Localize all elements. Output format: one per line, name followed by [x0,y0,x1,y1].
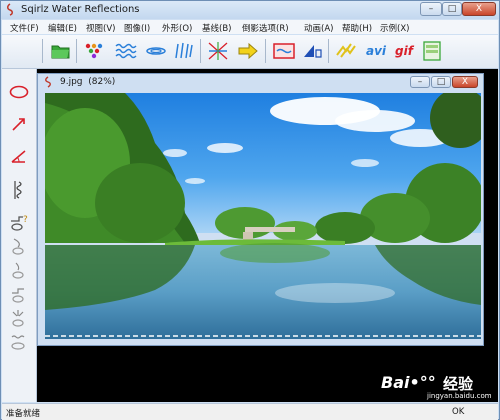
toolbar: avi gif [2,35,498,69]
wave-line-tool-icon[interactable] [8,179,30,201]
help-shape-tool-icon[interactable]: ? [8,211,30,233]
image-minimize-button[interactable]: – [410,76,430,88]
watermark-cn: 经验 [443,375,474,393]
menu-shape[interactable]: 外形(O) [162,22,192,34]
image-window-title: 9.jpg (82%) [60,77,116,87]
ellipse-tool-icon[interactable] [8,81,30,103]
splash-tool-icon[interactable] [8,307,30,329]
menu-bar: 文件(F) 编辑(E) 视图(V) 图像(I) 外形(O) 基线(B) 倒影选项… [2,20,498,34]
triangle-icon[interactable] [300,39,324,63]
baidu-watermark: Bai•°° 经验 jingyan.baidu.com [381,367,496,400]
waves-icon[interactable] [114,39,138,63]
image-frame-icon[interactable] [272,39,296,63]
menu-examples[interactable]: 示例(X) [380,22,409,34]
image-window-titlebar: 9.jpg (82%) – □ X [38,74,483,90]
ripple-tool-icon[interactable] [8,331,30,353]
status-ok: OK [452,407,465,417]
menu-edit[interactable]: 编辑(E) [48,22,77,34]
toolbar-separator [200,39,201,63]
menu-image[interactable]: 图像(I) [124,22,150,34]
gif-export-button[interactable]: gif [390,39,418,63]
angle-tool-icon[interactable] [8,145,30,167]
status-text: 准备就绪 [6,409,41,419]
open-folder-icon[interactable] [49,39,73,63]
ripple-icon[interactable] [144,39,168,63]
file-icon [45,76,51,88]
close-button[interactable]: X [462,2,496,16]
arrow-right-icon[interactable] [236,39,260,63]
drop-tool-icon[interactable] [8,259,30,281]
app-icon [7,3,13,16]
left-tool-palette: ? [2,69,37,402]
svg-text:?: ? [23,215,28,225]
avi-export-button[interactable]: avi [362,39,390,63]
avi-label: avi [365,44,387,58]
toolbar-separator [265,39,266,63]
image-maximize-button[interactable]: □ [431,76,451,88]
toolbar-separator [42,39,43,63]
curve-tool-icon[interactable] [8,235,30,257]
menu-animation[interactable]: 动画(A) [304,22,333,34]
watermark-url: jingyan.baidu.com [427,392,492,400]
zoom-level: (82%) [88,77,116,87]
lightning-icon[interactable] [334,39,358,63]
watermark-brand: Bai•°° [381,373,436,392]
maximize-button[interactable]: □ [442,2,462,16]
arrow-tool-icon[interactable] [8,113,30,135]
lake-photo-drawing [45,93,481,339]
menu-reflection-options[interactable]: 倒影选项(R) [242,22,289,34]
reflection-lines-icon[interactable] [206,39,230,63]
minimize-button[interactable]: – [420,2,442,16]
title-bar: Sqirlz Water Reflections – □ X [1,1,499,19]
menu-view[interactable]: 视图(V) [86,22,115,34]
image-close-button[interactable]: X [452,76,478,88]
menu-file[interactable]: 文件(F) [10,22,39,34]
color-dots-icon[interactable] [82,39,106,63]
menu-help[interactable]: 帮助(H) [342,22,372,34]
menu-baseline[interactable]: 基线(B) [202,22,231,34]
panel-icon[interactable] [420,39,444,63]
toolbar-separator [76,39,77,63]
lake-photo[interactable] [45,93,481,339]
window-title: Sqirlz Water Reflections [21,4,140,15]
status-bar: 准备就绪 OK [2,403,498,420]
step-tool-icon[interactable] [8,283,30,305]
gif-label: gif [395,44,413,58]
toolbar-separator [328,39,329,63]
app-window: Sqirlz Water Reflections – □ X 文件(F) 编辑(… [0,0,500,420]
rain-icon[interactable] [172,39,196,63]
